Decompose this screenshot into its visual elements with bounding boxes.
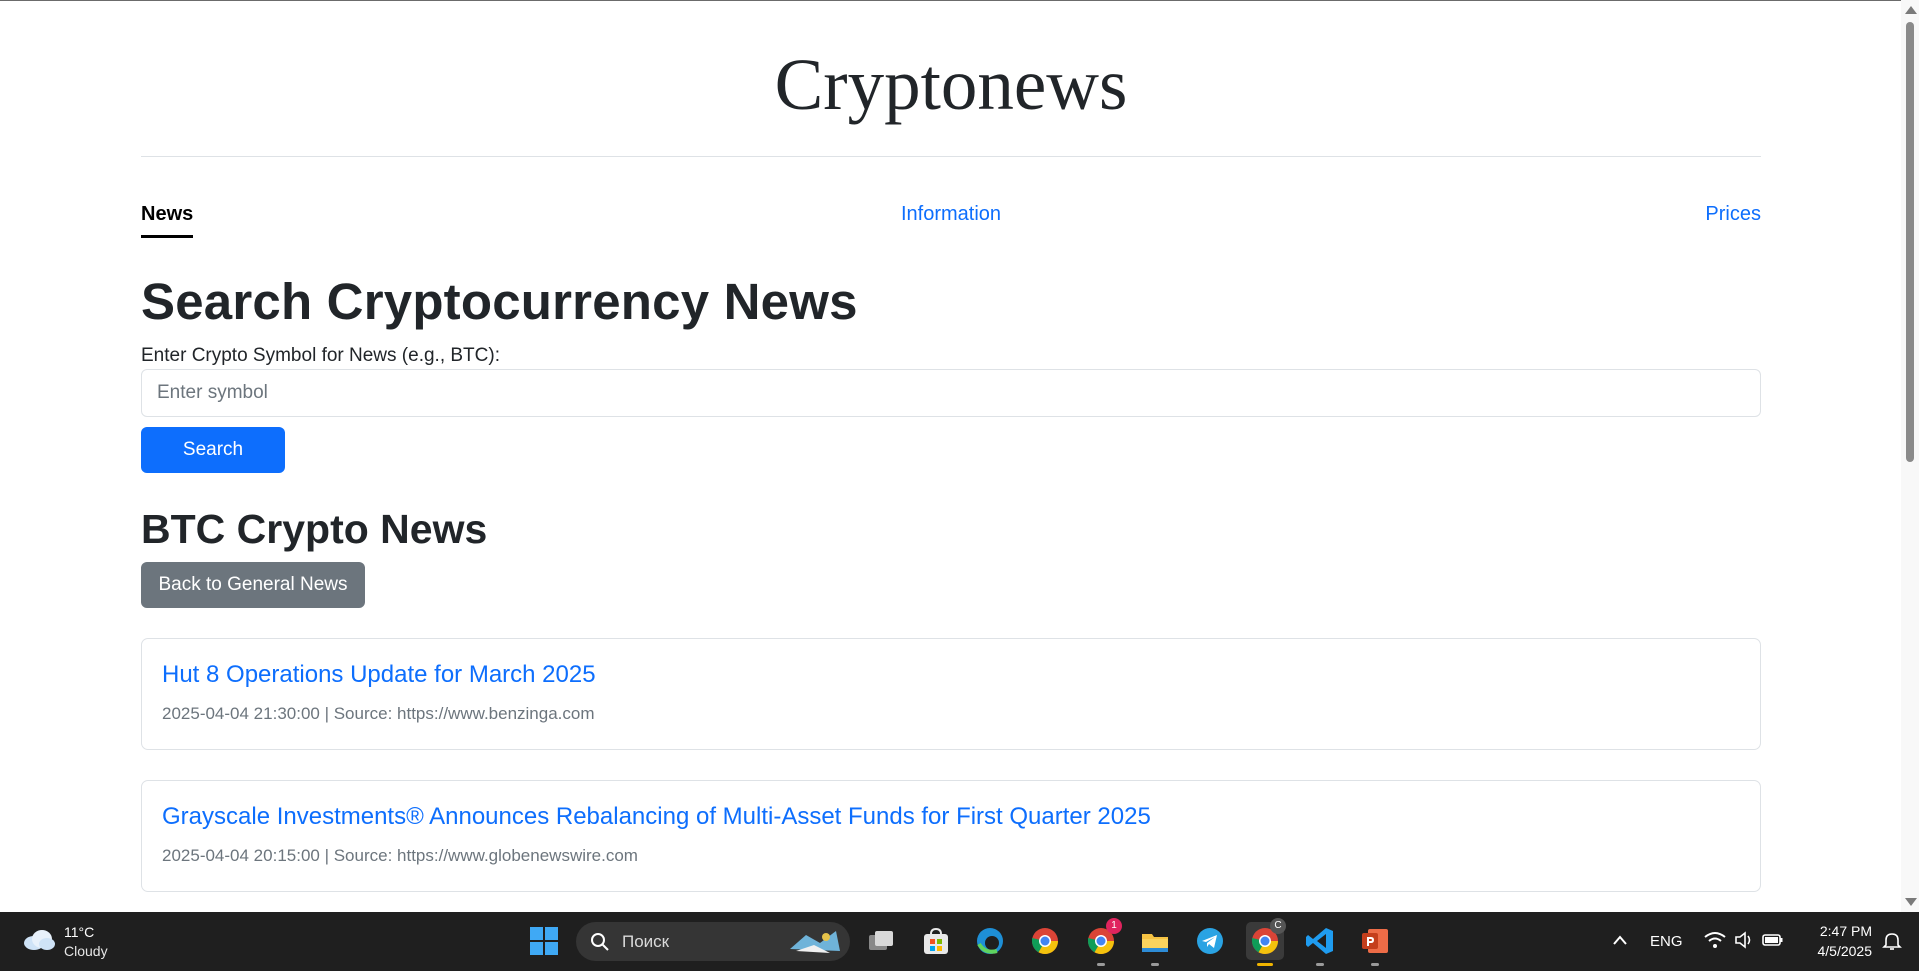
active-indicator <box>1257 963 1273 966</box>
news-card-meta: 2025-04-04 20:15:00 | Source: https://ww… <box>162 846 638 865</box>
taskbar-clock[interactable]: 2:47 PM 4/5/2025 <box>1796 921 1873 961</box>
title-divider <box>141 156 1761 157</box>
show-hidden-icons-button[interactable] <box>1608 912 1632 971</box>
notification-center-button[interactable] <box>1878 912 1908 971</box>
telegram-icon <box>1197 928 1223 954</box>
windows-taskbar: 11°C Cloudy Поиск 1 C ENG 2:47 PM 4/5/20… <box>0 912 1919 971</box>
site-title: Cryptonews <box>774 44 1128 125</box>
file-explorer-icon <box>1142 934 1168 952</box>
start-button[interactable] <box>525 922 563 960</box>
taskbar-search-box[interactable]: Поиск <box>576 922 850 961</box>
battery-icon <box>1762 934 1783 946</box>
running-indicator <box>1316 963 1324 966</box>
chrome-profile-button[interactable]: 1 <box>1082 918 1122 966</box>
symbol-search-input[interactable] <box>141 369 1761 417</box>
language-label: ENG <box>1650 933 1683 950</box>
results-heading: BTC Crypto News <box>141 506 488 552</box>
store-icon <box>924 927 948 954</box>
scroll-up-arrow-icon[interactable] <box>1905 6 1917 14</box>
edge-icon <box>977 928 1003 954</box>
notification-bell-icon <box>1882 933 1902 950</box>
powerpoint-button[interactable] <box>1356 922 1394 966</box>
clock-date: 4/5/2025 <box>1817 943 1873 959</box>
cloud-icon <box>24 930 55 950</box>
vscode-button[interactable] <box>1301 922 1339 966</box>
weather-condition: Cloudy <box>64 943 108 959</box>
language-indicator[interactable]: ENG <box>1650 912 1690 971</box>
search-highlight-icon <box>790 931 840 953</box>
chevron-up-icon <box>1613 935 1627 945</box>
clock-time: 2:47 PM <box>1819 923 1872 939</box>
store-button[interactable] <box>917 922 955 960</box>
powerpoint-icon <box>1362 929 1388 953</box>
windows-start-icon <box>530 927 558 955</box>
volume-icon <box>1735 931 1751 949</box>
main-nav: News Information Prices <box>141 201 1761 241</box>
task-view-icon <box>869 931 893 950</box>
running-indicator <box>1371 963 1379 966</box>
chrome-icon <box>1031 928 1059 955</box>
back-to-general-news-button[interactable]: Back to General News <box>141 562 365 608</box>
news-card: Hut 8 Operations Update for March 2025 2… <box>141 638 1761 750</box>
search-icon <box>591 933 609 951</box>
chrome-profile-c-button[interactable]: C <box>1246 918 1286 966</box>
task-view-button[interactable] <box>862 922 900 960</box>
taskbar-search-placeholder: Поиск <box>622 932 670 951</box>
file-explorer-button[interactable] <box>1136 922 1174 966</box>
nav-tab-news[interactable]: News <box>141 201 194 238</box>
news-card: Grayscale Investments® Announces Rebalan… <box>141 780 1761 892</box>
scroll-down-arrow-icon[interactable] <box>1905 898 1917 906</box>
symbol-field-label: Enter Crypto Symbol for News (e.g., BTC)… <box>141 345 500 366</box>
running-indicator <box>1151 963 1159 966</box>
search-news-button[interactable]: Search News <box>141 427 285 506</box>
chrome-button[interactable] <box>1026 922 1064 960</box>
nav-tab-information[interactable]: Information <box>901 201 1001 227</box>
edge-button[interactable] <box>971 922 1009 960</box>
telegram-button[interactable] <box>1191 922 1229 960</box>
vertical-scrollbar[interactable] <box>1901 0 1919 912</box>
search-heading: Search Cryptocurrency News <box>141 273 858 330</box>
news-card-meta: 2025-04-04 21:30:00 | Source: https://ww… <box>162 704 595 723</box>
running-indicator <box>1097 963 1105 966</box>
notification-badge: 1 <box>1106 918 1122 934</box>
browser-viewport: Cryptonews News Information Prices Searc… <box>0 0 1901 912</box>
system-status-button[interactable] <box>1702 912 1786 971</box>
vscode-icon <box>1306 928 1333 954</box>
wifi-icon <box>1704 932 1726 948</box>
weather-temperature: 11°C <box>64 924 95 940</box>
nav-tab-prices[interactable]: Prices <box>1705 201 1761 227</box>
news-card-title-link[interactable]: Grayscale Investments® Announces Rebalan… <box>162 801 1151 833</box>
news-card-title-link[interactable]: Hut 8 Operations Update for March 2025 <box>162 659 596 691</box>
profile-badge: C <box>1270 918 1286 934</box>
scrollbar-thumb[interactable] <box>1906 22 1914 462</box>
